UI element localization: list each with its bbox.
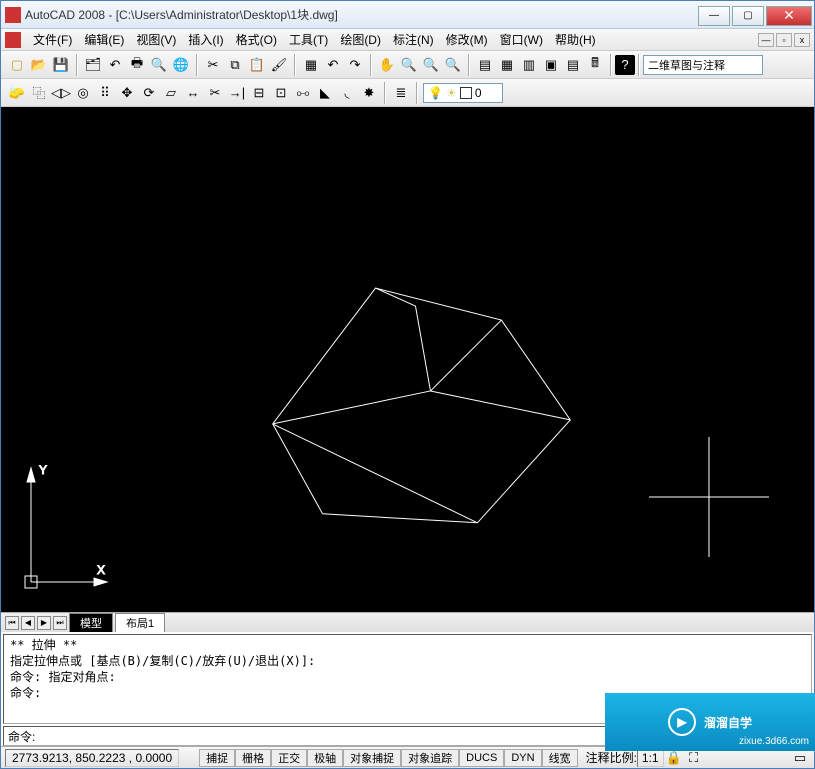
close-button[interactable]: ✕	[766, 6, 812, 26]
quickcalc-icon[interactable]: 🖩	[585, 55, 605, 75]
mdi-restore-button[interactable]: ▫	[776, 33, 792, 47]
zoom-rt-icon[interactable]: 🔍	[399, 55, 419, 75]
fillet-icon[interactable]: ◟	[337, 83, 357, 103]
maximize-button[interactable]: ▢	[732, 6, 764, 26]
toolpalettes-icon[interactable]: ▥	[519, 55, 539, 75]
extend-icon[interactable]: →|	[227, 83, 247, 103]
layout-tabs: ⏮ ◀ ▶ ⏭ 模型 布局1	[1, 612, 814, 632]
layers-icon[interactable]: ≣	[391, 83, 411, 103]
mdi-min-button[interactable]: —	[758, 33, 774, 47]
break1-icon[interactable]: ⊟	[249, 83, 269, 103]
workspace-combo[interactable]: 二维草图与注释	[643, 55, 763, 75]
minimize-button[interactable]: —	[698, 6, 730, 26]
break2-icon[interactable]: ⊡	[271, 83, 291, 103]
blockeditor-icon[interactable]: ▦	[301, 55, 321, 75]
status-otrack[interactable]: 对象追踪	[401, 749, 459, 767]
zoom-prev-icon[interactable]: 🔍	[443, 55, 463, 75]
save-icon[interactable]: 💾	[51, 55, 71, 75]
status-lwt[interactable]: 线宽	[542, 749, 578, 767]
status-dyn[interactable]: DYN	[504, 749, 541, 767]
explode-icon[interactable]: ✸	[359, 83, 379, 103]
preview-icon[interactable]: 🔍	[149, 55, 169, 75]
status-coords: 2773.9213, 850.2223 , 0.0000	[5, 749, 179, 767]
undo2-icon[interactable]: ↶	[323, 55, 343, 75]
mdi-icon	[5, 32, 21, 48]
cut-icon[interactable]: ✂	[203, 55, 223, 75]
sheetset-icon[interactable]: 🗂	[83, 55, 103, 75]
stretch-icon[interactable]: ↔	[183, 83, 203, 103]
menu-edit[interactable]: 编辑(E)	[78, 29, 130, 50]
sheetmgr-icon[interactable]: ▣	[541, 55, 561, 75]
menubar: 文件(F) 编辑(E) 视图(V) 插入(I) 格式(O) 工具(T) 绘图(D…	[1, 29, 814, 51]
tab-layout1[interactable]: 布局1	[115, 613, 165, 632]
tab-last-icon[interactable]: ⏭	[53, 616, 67, 630]
new-icon[interactable]: ▢	[7, 55, 27, 75]
open-icon[interactable]: 📂	[29, 55, 49, 75]
drawing-viewport[interactable]: Y X	[1, 107, 814, 612]
status-grid[interactable]: 栅格	[235, 749, 271, 767]
mirror-icon[interactable]: ◁▷	[51, 83, 71, 103]
menu-file[interactable]: 文件(F)	[27, 29, 78, 50]
tab-first-icon[interactable]: ⏮	[5, 616, 19, 630]
plot-icon[interactable]: 🖶	[127, 55, 147, 75]
tab-next-icon[interactable]: ▶	[37, 616, 51, 630]
status-ortho[interactable]: 正交	[271, 749, 307, 767]
window-title: AutoCAD 2008 - [C:\Users\Administrator\D…	[25, 6, 698, 23]
menu-tools[interactable]: 工具(T)	[283, 29, 334, 50]
chamfer-icon[interactable]: ◣	[315, 83, 335, 103]
menu-view[interactable]: 视图(V)	[130, 29, 182, 50]
layer-combo[interactable]: 💡 ☀ 0	[423, 83, 503, 103]
designcenter-icon[interactable]: ▦	[497, 55, 517, 75]
rotate-icon[interactable]: ⟳	[139, 83, 159, 103]
redo-icon[interactable]: ↷	[345, 55, 365, 75]
copy-icon[interactable]: ⧉	[225, 55, 245, 75]
status-ann-label: 注释比例:	[586, 749, 637, 766]
ucs-icon: Y X	[19, 462, 109, 592]
copy2-icon[interactable]: ⿻	[29, 83, 49, 103]
menu-window[interactable]: 窗口(W)	[494, 29, 549, 50]
svg-text:X: X	[97, 563, 105, 577]
menu-draw[interactable]: 绘图(D)	[334, 29, 387, 50]
publish-icon[interactable]: 🌐	[171, 55, 191, 75]
play-icon: ▶	[668, 708, 696, 736]
standard-toolbar: ▢ 📂 💾 🗂 ↶ 🖶 🔍 🌐 ✂ ⧉ 📋 🖌 ▦ ↶ ↷ ✋ 🔍	[1, 51, 814, 79]
undo-icon[interactable]: ↶	[105, 55, 125, 75]
menu-modify[interactable]: 修改(M)	[440, 29, 494, 50]
properties-icon[interactable]: ▤	[475, 55, 495, 75]
trim-icon[interactable]: ✂	[205, 83, 225, 103]
titlebar: AutoCAD 2008 - [C:\Users\Administrator\D…	[1, 1, 814, 29]
pan-icon[interactable]: ✋	[377, 55, 397, 75]
status-osnap[interactable]: 对象捕捉	[343, 749, 401, 767]
mdi-close-button[interactable]: x	[794, 33, 810, 47]
watermark: ▶ 溜溜自学 zixue.3d66.com	[605, 693, 815, 751]
offset-icon[interactable]: ◎	[73, 83, 93, 103]
menu-format[interactable]: 格式(O)	[230, 29, 283, 50]
erase-icon[interactable]: 🧽	[7, 83, 27, 103]
matchprop-icon[interactable]: 🖌	[269, 55, 289, 75]
tab-model[interactable]: 模型	[69, 613, 113, 632]
paste-icon[interactable]: 📋	[247, 55, 267, 75]
move-icon[interactable]: ✥	[117, 83, 137, 103]
app-icon	[5, 7, 21, 23]
zoom-window-icon[interactable]: 🔍	[421, 55, 441, 75]
status-polar[interactable]: 极轴	[307, 749, 343, 767]
join-icon[interactable]: ⧟	[293, 83, 313, 103]
status-snap[interactable]: 捕捉	[199, 749, 235, 767]
status-ducs[interactable]: DUCS	[459, 749, 504, 767]
array-icon[interactable]: ⠿	[95, 83, 115, 103]
help-icon[interactable]: ?	[615, 55, 635, 75]
modify-toolbar: 🧽 ⿻ ◁▷ ◎ ⠿ ✥ ⟳ ▱ ↔ ✂ →| ⊟ ⊡ ⧟ ◣ ◟ ✸ ≣ 💡 …	[1, 79, 814, 107]
scale-icon[interactable]: ▱	[161, 83, 181, 103]
menu-insert[interactable]: 插入(I)	[182, 29, 229, 50]
tab-prev-icon[interactable]: ◀	[21, 616, 35, 630]
menu-dimension[interactable]: 标注(N)	[387, 29, 440, 50]
svg-text:Y: Y	[39, 463, 47, 477]
markup-icon[interactable]: ▤	[563, 55, 583, 75]
crosshair-cursor	[649, 437, 769, 557]
menu-help[interactable]: 帮助(H)	[549, 29, 602, 50]
status-ann-scale[interactable]: 1:1	[637, 749, 664, 767]
